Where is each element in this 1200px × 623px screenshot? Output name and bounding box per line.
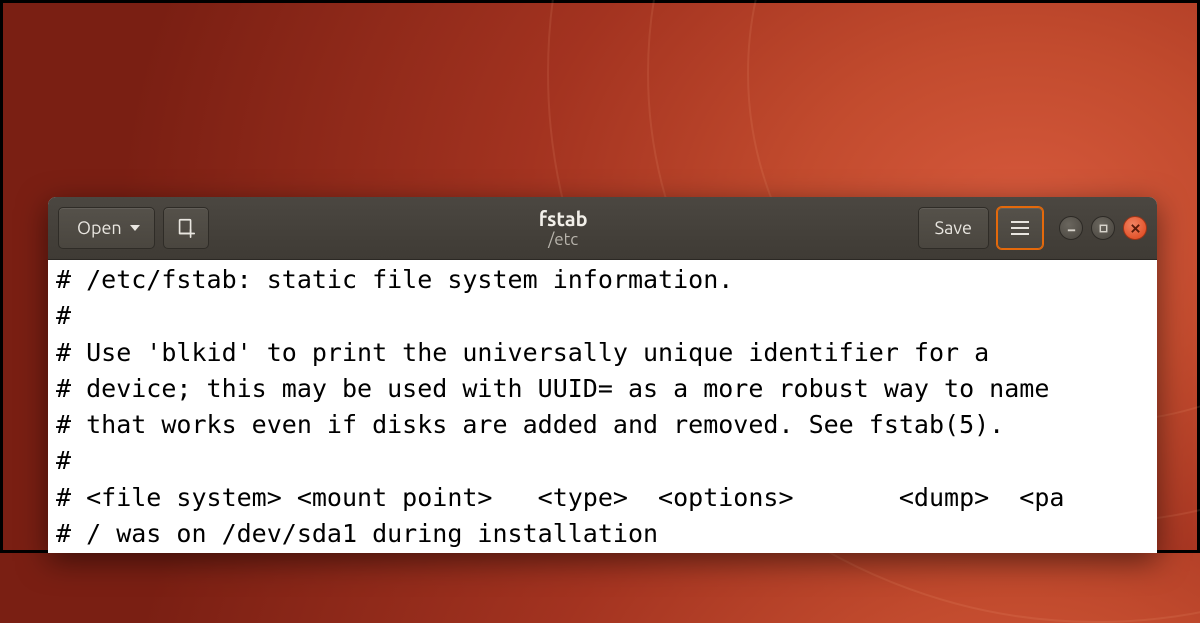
new-document-button[interactable] bbox=[163, 207, 209, 249]
text-editor-content[interactable]: # /etc/fstab: static file system informa… bbox=[48, 260, 1157, 553]
document-path: /etc bbox=[217, 230, 910, 250]
maximize-icon bbox=[1098, 223, 1109, 234]
window-controls bbox=[1059, 216, 1147, 240]
chevron-down-icon bbox=[130, 225, 140, 231]
titlebar: Open fstab /etc Save bbox=[48, 197, 1157, 260]
close-button[interactable] bbox=[1123, 216, 1147, 240]
new-document-icon bbox=[175, 217, 197, 239]
save-button[interactable]: Save bbox=[918, 207, 989, 249]
open-button[interactable]: Open bbox=[58, 207, 155, 249]
hamburger-menu-button[interactable] bbox=[997, 207, 1043, 249]
gedit-window: Open fstab /etc Save bbox=[48, 197, 1157, 553]
close-icon bbox=[1130, 223, 1141, 234]
minimize-button[interactable] bbox=[1059, 216, 1083, 240]
maximize-button[interactable] bbox=[1091, 216, 1115, 240]
hamburger-icon bbox=[1011, 221, 1029, 235]
save-button-label: Save bbox=[935, 218, 972, 238]
open-button-label: Open bbox=[77, 218, 122, 238]
title-area: fstab /etc bbox=[217, 207, 910, 250]
document-title: fstab bbox=[217, 207, 910, 230]
minimize-icon bbox=[1066, 223, 1077, 234]
